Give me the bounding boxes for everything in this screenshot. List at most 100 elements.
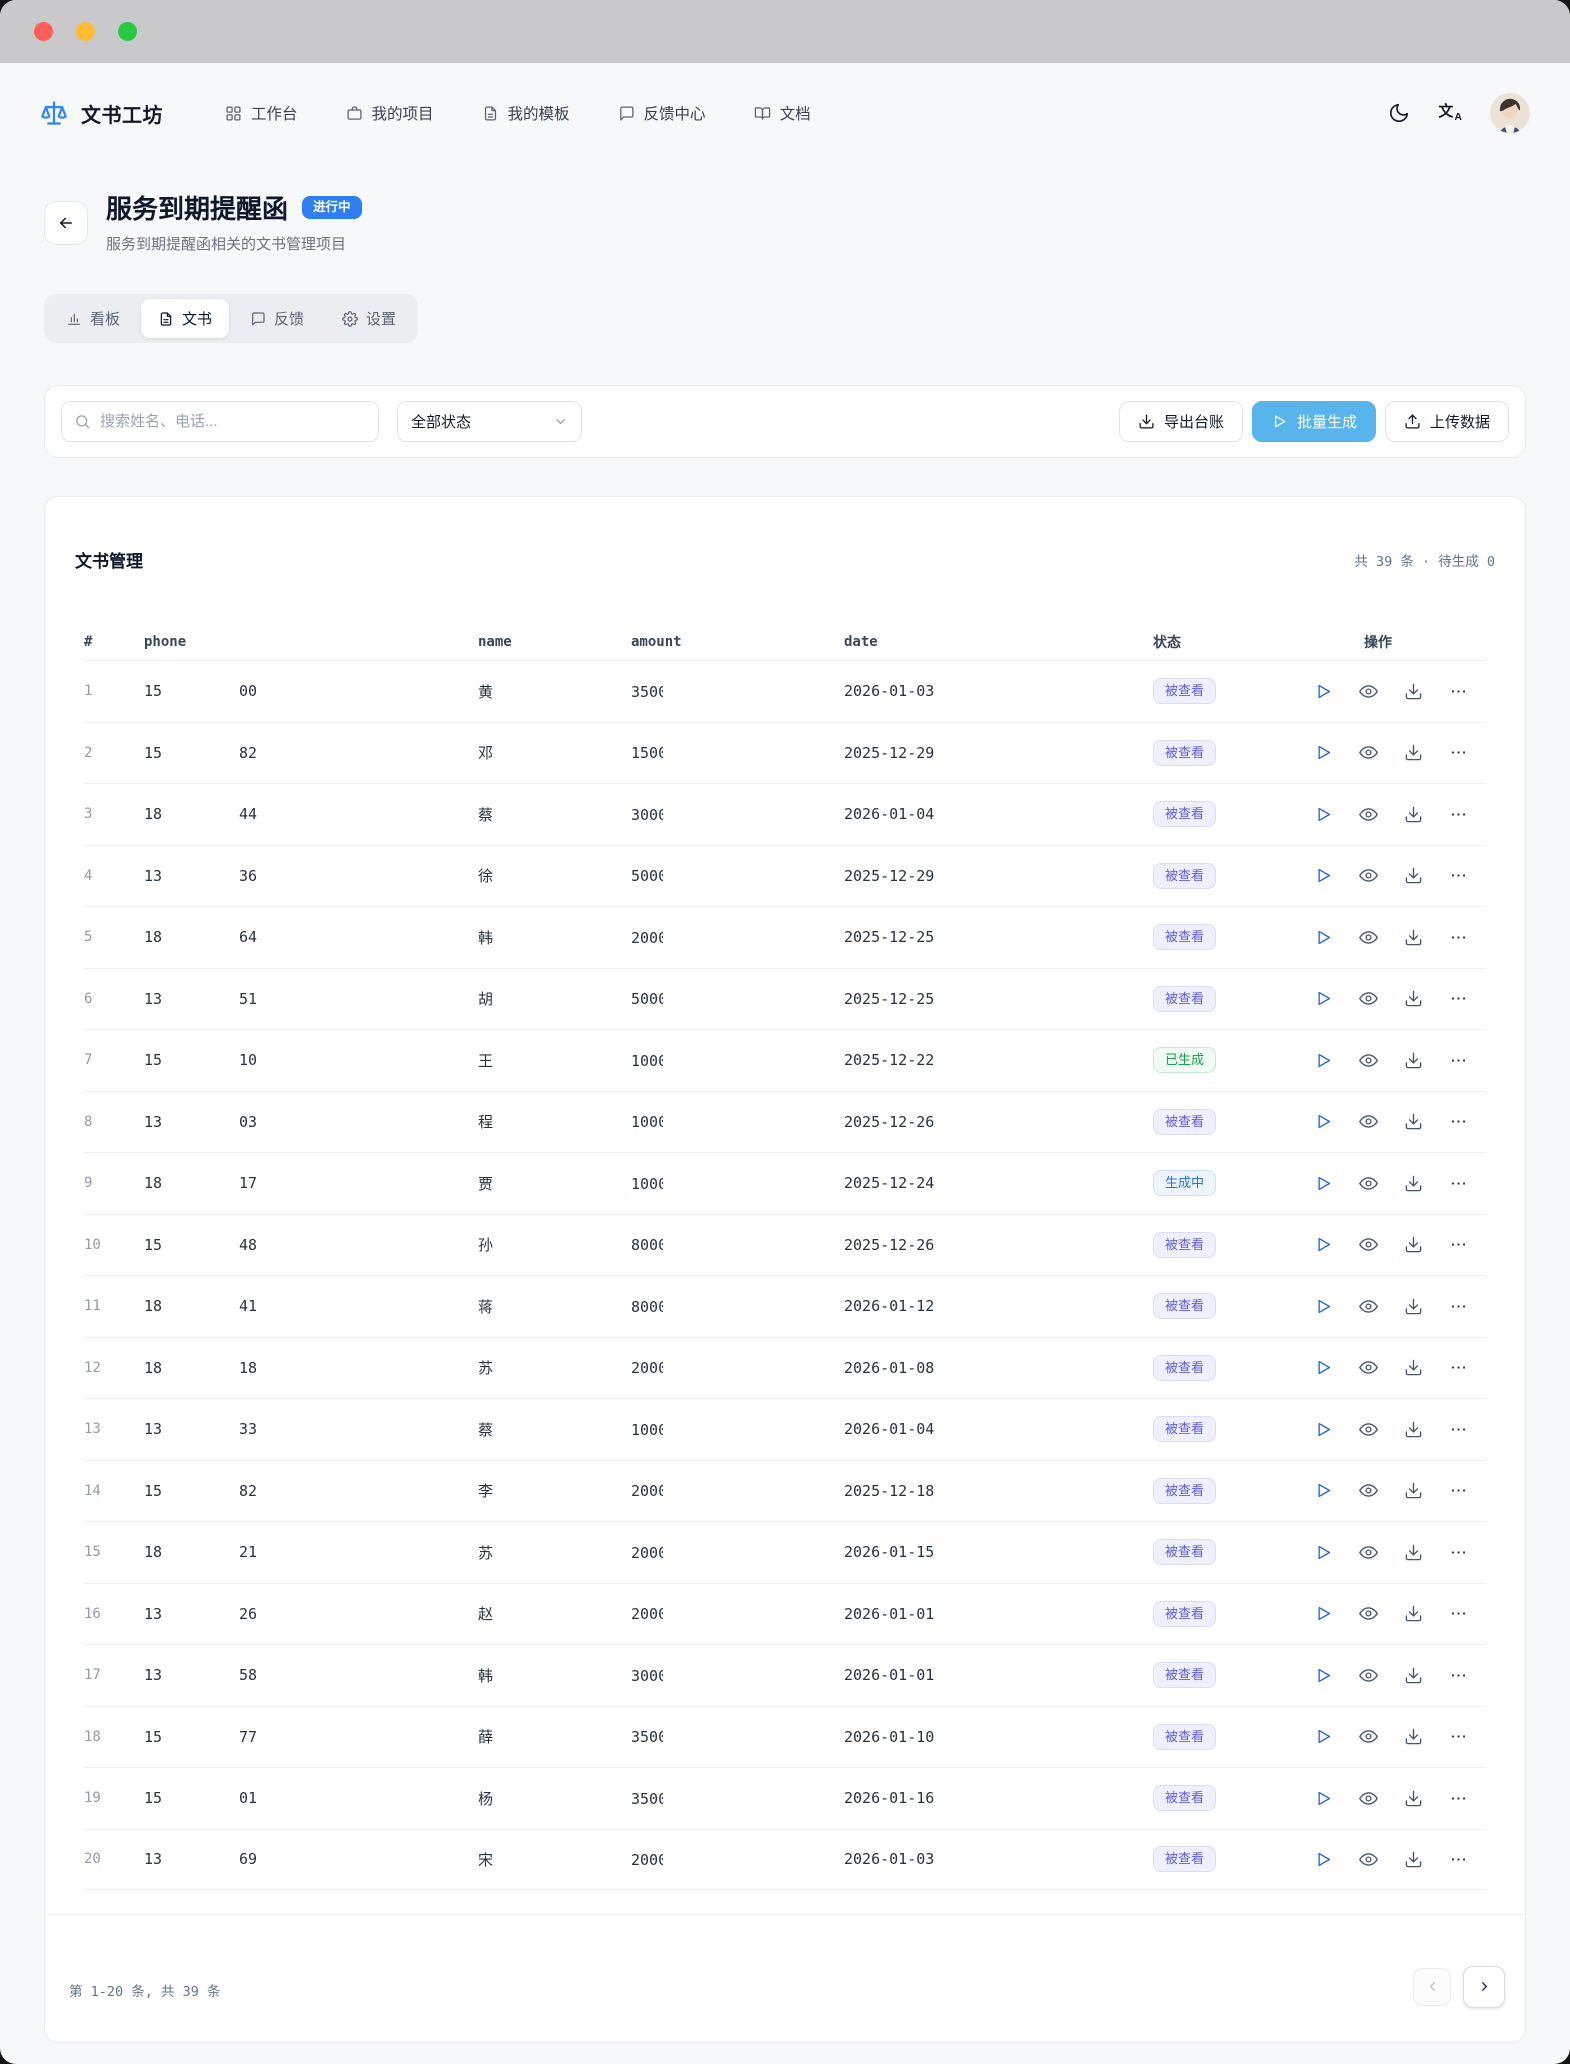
export-ledger-button[interactable]: 导出台账 <box>1119 401 1243 442</box>
more-actions-button[interactable] <box>1448 743 1468 763</box>
generate-row-button[interactable] <box>1313 1604 1333 1624</box>
more-actions-button[interactable] <box>1448 1050 1468 1070</box>
nav-item-my-templates[interactable]: 我的模板 <box>482 102 570 124</box>
preview-row-button[interactable] <box>1358 1665 1378 1685</box>
download-row-button[interactable] <box>1403 1235 1423 1255</box>
generate-row-button[interactable] <box>1313 1112 1333 1132</box>
generate-row-button[interactable] <box>1313 866 1333 886</box>
generate-row-button[interactable] <box>1313 1665 1333 1685</box>
more-actions-button[interactable] <box>1448 927 1468 947</box>
generate-row-button[interactable] <box>1313 1173 1333 1193</box>
tab-kanban[interactable]: 看板 <box>49 299 137 338</box>
next-page-button[interactable] <box>1463 1966 1505 2008</box>
generate-row-button[interactable] <box>1313 1481 1333 1501</box>
more-actions-button[interactable] <box>1448 1542 1468 1562</box>
nav-item-workbench[interactable]: 工作台 <box>225 102 298 124</box>
more-actions-button[interactable] <box>1448 1481 1468 1501</box>
zoom-window-button[interactable] <box>118 22 137 41</box>
download-row-button[interactable] <box>1403 1419 1423 1439</box>
download-row-button[interactable] <box>1403 1358 1423 1378</box>
download-row-button[interactable] <box>1403 1788 1423 1808</box>
search-input[interactable] <box>100 413 366 430</box>
brand[interactable]: 文书工坊 <box>40 99 163 128</box>
status-filter-select[interactable]: 全部状态 <box>397 401 582 442</box>
avatar[interactable] <box>1490 93 1530 133</box>
download-row-button[interactable] <box>1403 927 1423 947</box>
generate-row-button[interactable] <box>1313 743 1333 763</box>
back-button[interactable] <box>44 201 88 245</box>
preview-row-button[interactable] <box>1358 1296 1378 1316</box>
more-actions-button[interactable] <box>1448 1296 1468 1316</box>
generate-row-button[interactable] <box>1313 1788 1333 1808</box>
more-actions-button[interactable] <box>1448 1604 1468 1624</box>
more-actions-button[interactable] <box>1448 1849 1468 1869</box>
preview-row-button[interactable] <box>1358 989 1378 1009</box>
preview-row-button[interactable] <box>1358 1849 1378 1869</box>
preview-row-button[interactable] <box>1358 1542 1378 1562</box>
more-actions-button[interactable] <box>1448 1727 1468 1747</box>
download-row-button[interactable] <box>1403 1849 1423 1869</box>
download-row-button[interactable] <box>1403 681 1423 701</box>
prev-page-button[interactable] <box>1413 1968 1451 2006</box>
minimize-window-button[interactable] <box>76 22 95 41</box>
preview-row-button[interactable] <box>1358 1050 1378 1070</box>
more-actions-button[interactable] <box>1448 681 1468 701</box>
preview-row-button[interactable] <box>1358 1235 1378 1255</box>
preview-row-button[interactable] <box>1358 743 1378 763</box>
generate-row-button[interactable] <box>1313 1050 1333 1070</box>
download-row-button[interactable] <box>1403 1727 1423 1747</box>
generate-row-button[interactable] <box>1313 1358 1333 1378</box>
more-actions-button[interactable] <box>1448 1112 1468 1132</box>
batch-generate-button[interactable]: 批量生成 <box>1252 401 1376 442</box>
generate-row-button[interactable] <box>1313 1419 1333 1439</box>
more-actions-button[interactable] <box>1448 1665 1468 1685</box>
download-row-button[interactable] <box>1403 1542 1423 1562</box>
download-row-button[interactable] <box>1403 1604 1423 1624</box>
more-actions-button[interactable] <box>1448 804 1468 824</box>
more-actions-button[interactable] <box>1448 1358 1468 1378</box>
preview-row-button[interactable] <box>1358 1419 1378 1439</box>
download-row-button[interactable] <box>1403 743 1423 763</box>
generate-row-button[interactable] <box>1313 1727 1333 1747</box>
generate-row-button[interactable] <box>1313 681 1333 701</box>
download-row-button[interactable] <box>1403 1665 1423 1685</box>
download-row-button[interactable] <box>1403 989 1423 1009</box>
download-row-button[interactable] <box>1403 1481 1423 1501</box>
generate-row-button[interactable] <box>1313 1296 1333 1316</box>
download-row-button[interactable] <box>1403 1112 1423 1132</box>
more-actions-button[interactable] <box>1448 1419 1468 1439</box>
preview-row-button[interactable] <box>1358 1481 1378 1501</box>
language-switcher[interactable]: 文A <box>1438 104 1462 123</box>
download-row-button[interactable] <box>1403 804 1423 824</box>
generate-row-button[interactable] <box>1313 927 1333 947</box>
more-actions-button[interactable] <box>1448 989 1468 1009</box>
generate-row-button[interactable] <box>1313 1542 1333 1562</box>
preview-row-button[interactable] <box>1358 1112 1378 1132</box>
generate-row-button[interactable] <box>1313 1235 1333 1255</box>
download-row-button[interactable] <box>1403 1173 1423 1193</box>
generate-row-button[interactable] <box>1313 1849 1333 1869</box>
download-row-button[interactable] <box>1403 1296 1423 1316</box>
nav-item-feedback-center[interactable]: 反馈中心 <box>618 102 706 124</box>
dark-mode-toggle[interactable] <box>1388 102 1410 124</box>
preview-row-button[interactable] <box>1358 866 1378 886</box>
download-row-button[interactable] <box>1403 1050 1423 1070</box>
more-actions-button[interactable] <box>1448 866 1468 886</box>
preview-row-button[interactable] <box>1358 1173 1378 1193</box>
preview-row-button[interactable] <box>1358 1727 1378 1747</box>
more-actions-button[interactable] <box>1448 1173 1468 1193</box>
nav-item-my-projects[interactable]: 我的项目 <box>346 102 434 124</box>
generate-row-button[interactable] <box>1313 804 1333 824</box>
close-window-button[interactable] <box>34 22 53 41</box>
tab-feedback[interactable]: 反馈 <box>233 299 321 338</box>
preview-row-button[interactable] <box>1358 1604 1378 1624</box>
preview-row-button[interactable] <box>1358 804 1378 824</box>
generate-row-button[interactable] <box>1313 989 1333 1009</box>
preview-row-button[interactable] <box>1358 1358 1378 1378</box>
nav-item-docs[interactable]: 文档 <box>754 102 811 124</box>
preview-row-button[interactable] <box>1358 927 1378 947</box>
download-row-button[interactable] <box>1403 866 1423 886</box>
more-actions-button[interactable] <box>1448 1235 1468 1255</box>
preview-row-button[interactable] <box>1358 1788 1378 1808</box>
preview-row-button[interactable] <box>1358 681 1378 701</box>
